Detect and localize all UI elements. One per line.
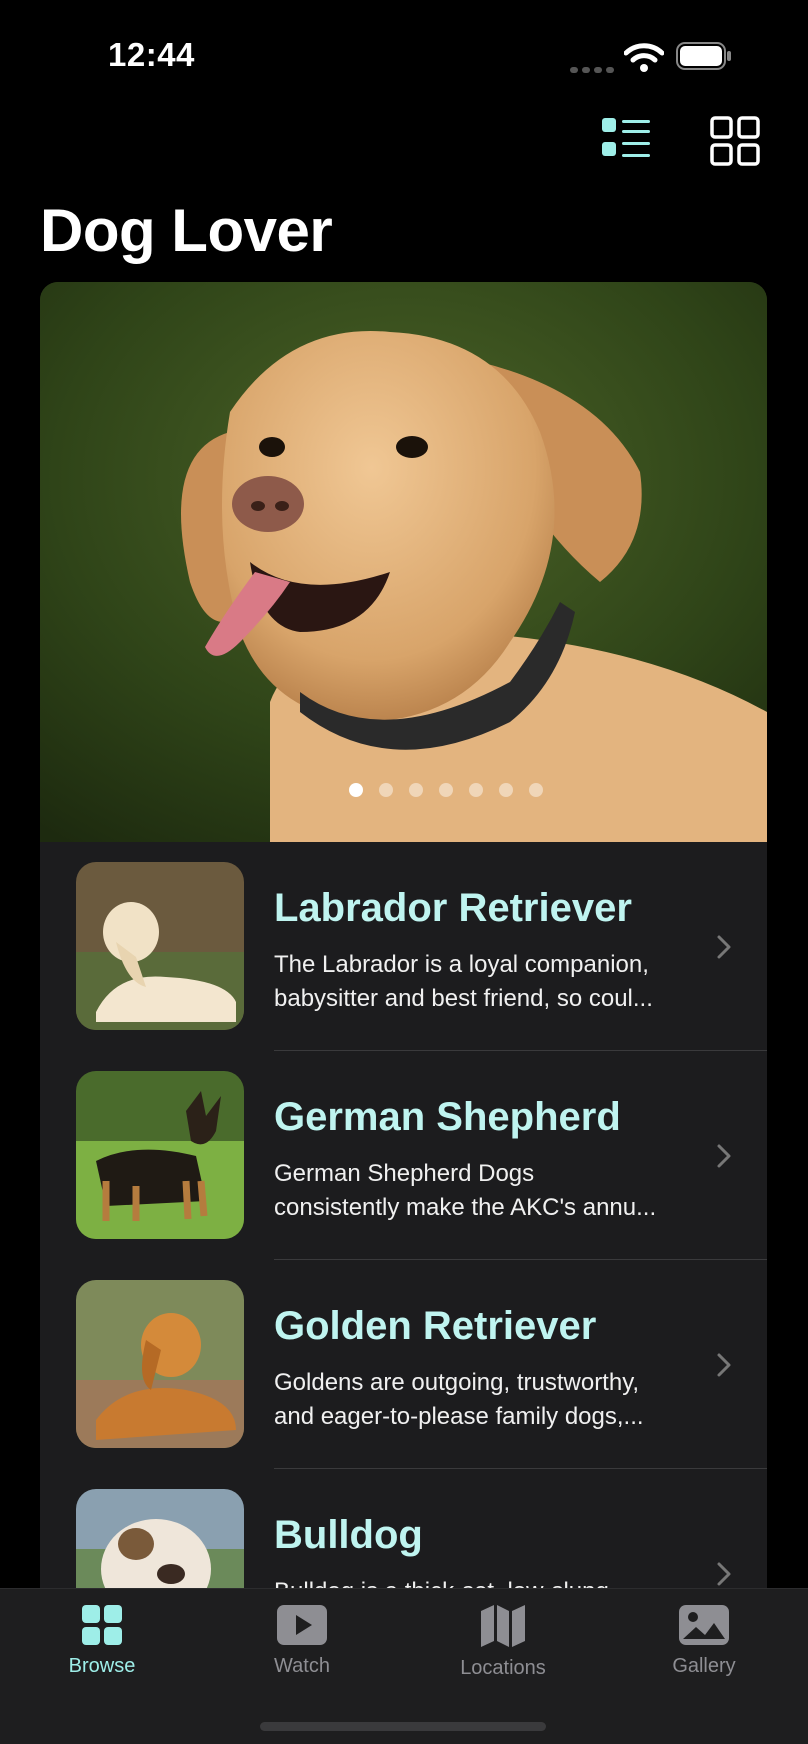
status-time: 12:44 <box>108 36 195 73</box>
page-dot[interactable] <box>469 783 483 797</box>
breed-row-german-shepherd[interactable]: German Shepherd German Shepherd Dogs con… <box>40 1051 767 1260</box>
golden-retriever-thumbnail <box>76 1280 244 1448</box>
grid-view-button[interactable] <box>708 114 768 174</box>
status-bar: 12:44 <box>0 0 808 110</box>
breed-row-labrador[interactable]: Labrador Retriever The Labrador is a loy… <box>40 842 767 1051</box>
page-dot[interactable] <box>379 783 393 797</box>
chevron-right-icon <box>717 1562 731 1586</box>
page-dot[interactable] <box>349 783 363 797</box>
tab-label: Gallery <box>672 1655 736 1677</box>
chevron-right-icon <box>717 1353 731 1377</box>
tab-locations[interactable]: Locations <box>423 1603 583 1703</box>
tab-label: Locations <box>460 1657 546 1679</box>
cellular-signal-icon <box>570 60 618 78</box>
tab-gallery[interactable]: Gallery <box>624 1603 784 1703</box>
play-icon <box>277 1605 327 1645</box>
browse-icon <box>82 1605 122 1645</box>
bulldog-thumbnail <box>76 1489 244 1588</box>
labrador-thumbnail <box>76 862 244 1030</box>
tab-label: Watch <box>274 1655 330 1677</box>
breed-name: Golden Retriever <box>274 1304 597 1348</box>
hero-dog-image <box>40 282 767 842</box>
tab-watch[interactable]: Watch <box>222 1603 382 1703</box>
chevron-right-icon <box>717 935 731 959</box>
hero-carousel[interactable] <box>40 282 767 842</box>
battery-icon <box>676 42 731 70</box>
map-icon <box>481 1605 525 1647</box>
wifi-icon <box>624 43 664 72</box>
photo-icon <box>679 1605 729 1645</box>
breed-row-golden-retriever[interactable]: Golden Retriever Goldens are outgoing, t… <box>40 1260 767 1469</box>
breed-name: Labrador Retriever <box>274 886 632 930</box>
page-dot[interactable] <box>499 783 513 797</box>
breed-description: Bulldog is a thick-set, low-slung <box>274 1575 694 1588</box>
tab-bar: Browse Watch Locations Gallery <box>0 1588 808 1744</box>
chevron-right-icon <box>717 1144 731 1168</box>
home-indicator <box>260 1722 546 1731</box>
breed-list: Labrador Retriever The Labrador is a loy… <box>40 842 767 1588</box>
breed-name: Bulldog <box>274 1513 423 1557</box>
page-dot[interactable] <box>529 783 543 797</box>
page-title: Dog Lover <box>40 197 333 264</box>
breed-description: Goldens are outgoing, trustworthy, and e… <box>274 1369 644 1430</box>
breed-row-bulldog[interactable]: Bulldog Bulldog is a thick-set, low-slun… <box>40 1469 767 1588</box>
breed-description: German Shepherd Dogs consistently make t… <box>274 1160 657 1221</box>
page-dot[interactable] <box>439 783 453 797</box>
list-view-button[interactable] <box>598 114 658 174</box>
app-screen: 12:44 Dog Lover Labrador Retriever The L… <box>0 0 808 1744</box>
tab-browse[interactable]: Browse <box>22 1603 182 1703</box>
grid-view-icon <box>710 116 760 166</box>
tab-label: Browse <box>68 1655 136 1677</box>
list-view-icon <box>602 118 650 157</box>
page-dot[interactable] <box>409 783 423 797</box>
carousel-page-indicator[interactable] <box>40 783 767 802</box>
breed-name: German Shepherd <box>274 1095 621 1139</box>
breed-description: The Labrador is a loyal companion, babys… <box>274 951 653 1012</box>
german-shepherd-thumbnail <box>76 1071 244 1239</box>
